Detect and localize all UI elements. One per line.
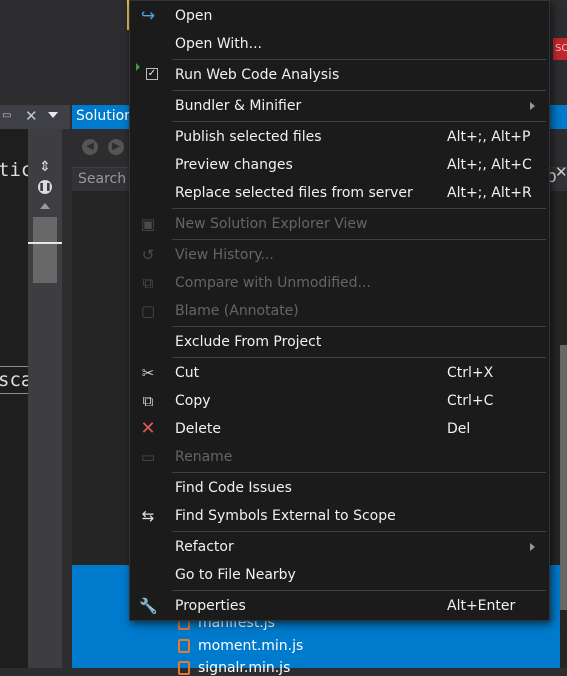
rename-icon: ▭ xyxy=(140,448,156,466)
copy-icon: ⧉ xyxy=(142,392,154,410)
close-icon[interactable]: ✕ xyxy=(25,107,38,125)
tree-file-item[interactable]: signalr.min.js xyxy=(178,660,290,676)
solution-explorer-title: Solution xyxy=(76,108,134,124)
menu-item-run-web-code-analysis[interactable]: ✓ Run Web Code Analysis xyxy=(130,61,549,89)
scroll-up-icon[interactable] xyxy=(40,203,50,209)
caret-position-marker xyxy=(28,242,62,244)
menu-item-label: Preview changes xyxy=(175,157,293,173)
menu-item-label: Copy xyxy=(175,393,211,409)
menu-item-open-with[interactable]: Open With... xyxy=(130,30,549,58)
menu-item-label: Open With... xyxy=(175,36,262,52)
menu-item-compare-with-unmodified: ⧉ Compare with Unmodified... xyxy=(130,269,549,297)
submenu-arrow-icon xyxy=(530,543,535,551)
menu-separator xyxy=(172,208,546,209)
tree-file-item[interactable]: moment.min.js xyxy=(178,638,303,654)
menu-item-label: Properties xyxy=(175,598,246,614)
history-icon: ↺ xyxy=(141,246,155,264)
pause-icon[interactable]: ❚❚ xyxy=(38,180,52,194)
file-name: moment.min.js xyxy=(198,638,304,654)
menu-item-label: Cut xyxy=(175,365,200,381)
menu-item-find-symbols-external[interactable]: ⇆ Find Symbols External to Scope xyxy=(130,502,549,530)
menu-item-bundler-minifier[interactable]: Bundler & Minifier xyxy=(130,92,549,120)
menu-item-blame: ▢ Blame (Annotate) xyxy=(130,297,549,325)
menu-item-go-to-file-nearby[interactable]: Go to File Nearby xyxy=(130,561,549,589)
menu-item-open[interactable]: ↪ Open xyxy=(130,2,549,30)
menu-item-label: Run Web Code Analysis xyxy=(175,67,340,83)
menu-separator xyxy=(172,121,546,122)
menu-item-cut[interactable]: ✂ Cut Ctrl+X xyxy=(130,359,549,387)
menu-separator xyxy=(172,90,546,91)
menu-item-shortcut: Alt+;, Alt+C xyxy=(447,157,532,173)
menu-item-delete[interactable]: ✕ Delete Del xyxy=(130,415,549,443)
menu-item-label: Compare with Unmodified... xyxy=(175,275,371,291)
file-name: signalr.min.js xyxy=(198,660,291,676)
menu-separator xyxy=(172,590,546,591)
forward-icon[interactable]: ▶ xyxy=(108,139,124,155)
menu-item-label: Exclude From Project xyxy=(175,334,322,350)
menu-item-shortcut: Ctrl+C xyxy=(447,393,494,409)
menu-item-properties[interactable]: 🔧 Properties Alt+Enter xyxy=(130,592,549,620)
left-panel-tabbar: ▭ ✕ xyxy=(0,105,70,129)
menu-separator xyxy=(172,472,546,473)
menu-item-refactor[interactable]: Refactor xyxy=(130,533,549,561)
menu-item-shortcut: Alt+Enter xyxy=(447,598,516,614)
menu-separator xyxy=(172,59,546,60)
code-editor[interactable]: tic sca xyxy=(0,129,32,668)
menu-item-label: Publish selected files xyxy=(175,129,322,145)
menu-separator xyxy=(172,239,546,240)
js-file-icon xyxy=(178,639,190,653)
back-icon[interactable]: ◀ xyxy=(82,139,98,155)
document-tab-right[interactable]: SC xyxy=(553,38,567,60)
submenu-arrow-icon xyxy=(530,102,535,110)
menu-item-shortcut: Del xyxy=(447,421,471,437)
scrollbar-thumb[interactable] xyxy=(33,217,57,283)
find-symbols-icon: ⇆ xyxy=(141,507,155,525)
menu-item-find-code-issues[interactable]: Find Code Issues xyxy=(130,474,549,502)
menu-item-label: Replace selected files from server xyxy=(175,185,413,201)
menu-item-label: Bundler & Minifier xyxy=(175,98,302,114)
menu-item-publish-selected-files[interactable]: Publish selected files Alt+;, Alt+P xyxy=(130,123,549,151)
blame-icon: ▢ xyxy=(140,302,156,320)
menu-item-rename: ▭ Rename xyxy=(130,443,549,471)
menu-item-label: Refactor xyxy=(175,539,234,555)
menu-item-preview-changes[interactable]: Preview changes Alt+;, Alt+C xyxy=(130,151,549,179)
menu-item-label: Find Symbols External to Scope xyxy=(175,508,396,524)
menu-item-copy[interactable]: ⧉ Copy Ctrl+C xyxy=(130,387,549,415)
menu-separator xyxy=(172,357,546,358)
close-icon[interactable]: ✕ xyxy=(555,163,567,181)
menu-item-replace-selected-files[interactable]: Replace selected files from server Alt+;… xyxy=(130,179,549,207)
menu-separator xyxy=(172,326,546,327)
pin-icon[interactable]: ▭ xyxy=(2,111,12,121)
context-menu: ↪ Open Open With... ✓ Run Web Code Analy… xyxy=(129,0,550,621)
delete-x-icon: ✕ xyxy=(140,418,156,439)
menu-item-label: View History... xyxy=(175,247,274,263)
menu-separator xyxy=(172,531,546,532)
menu-item-label: Delete xyxy=(175,421,221,437)
menu-item-label: Blame (Annotate) xyxy=(175,303,299,319)
open-arrow-icon: ↪ xyxy=(140,6,156,26)
editor-scrollbar[interactable]: ⇕ ❚❚ xyxy=(28,129,62,668)
compare-icon: ⧉ xyxy=(142,274,154,292)
split-handle-icon[interactable]: ⇕ xyxy=(36,159,54,175)
js-file-icon xyxy=(178,661,190,675)
menu-item-label: Rename xyxy=(175,449,233,465)
scissors-icon: ✂ xyxy=(141,364,155,382)
menu-item-view-history: ↺ View History... xyxy=(130,241,549,269)
menu-item-label: New Solution Explorer View xyxy=(175,216,368,232)
menu-item-shortcut: Alt+;, Alt+R xyxy=(447,185,532,201)
new-view-icon: ▣ xyxy=(140,215,156,233)
solution-scrollbar-thumb[interactable] xyxy=(560,345,567,610)
green-flag-icon xyxy=(136,63,140,71)
menu-item-label: Go to File Nearby xyxy=(175,567,296,583)
menu-item-exclude-from-project[interactable]: Exclude From Project xyxy=(130,328,549,356)
wrench-icon: 🔧 xyxy=(139,597,158,615)
menu-item-shortcut: Alt+;, Alt+P xyxy=(447,129,531,145)
menu-item-new-solution-explorer-view: ▣ New Solution Explorer View xyxy=(130,210,549,238)
checkbox-icon: ✓ xyxy=(146,68,158,80)
menu-item-shortcut: Ctrl+X xyxy=(447,365,494,381)
menu-item-label: Open xyxy=(175,8,213,24)
menu-item-label: Find Code Issues xyxy=(175,480,292,496)
dropdown-arrow-icon[interactable] xyxy=(48,112,58,118)
